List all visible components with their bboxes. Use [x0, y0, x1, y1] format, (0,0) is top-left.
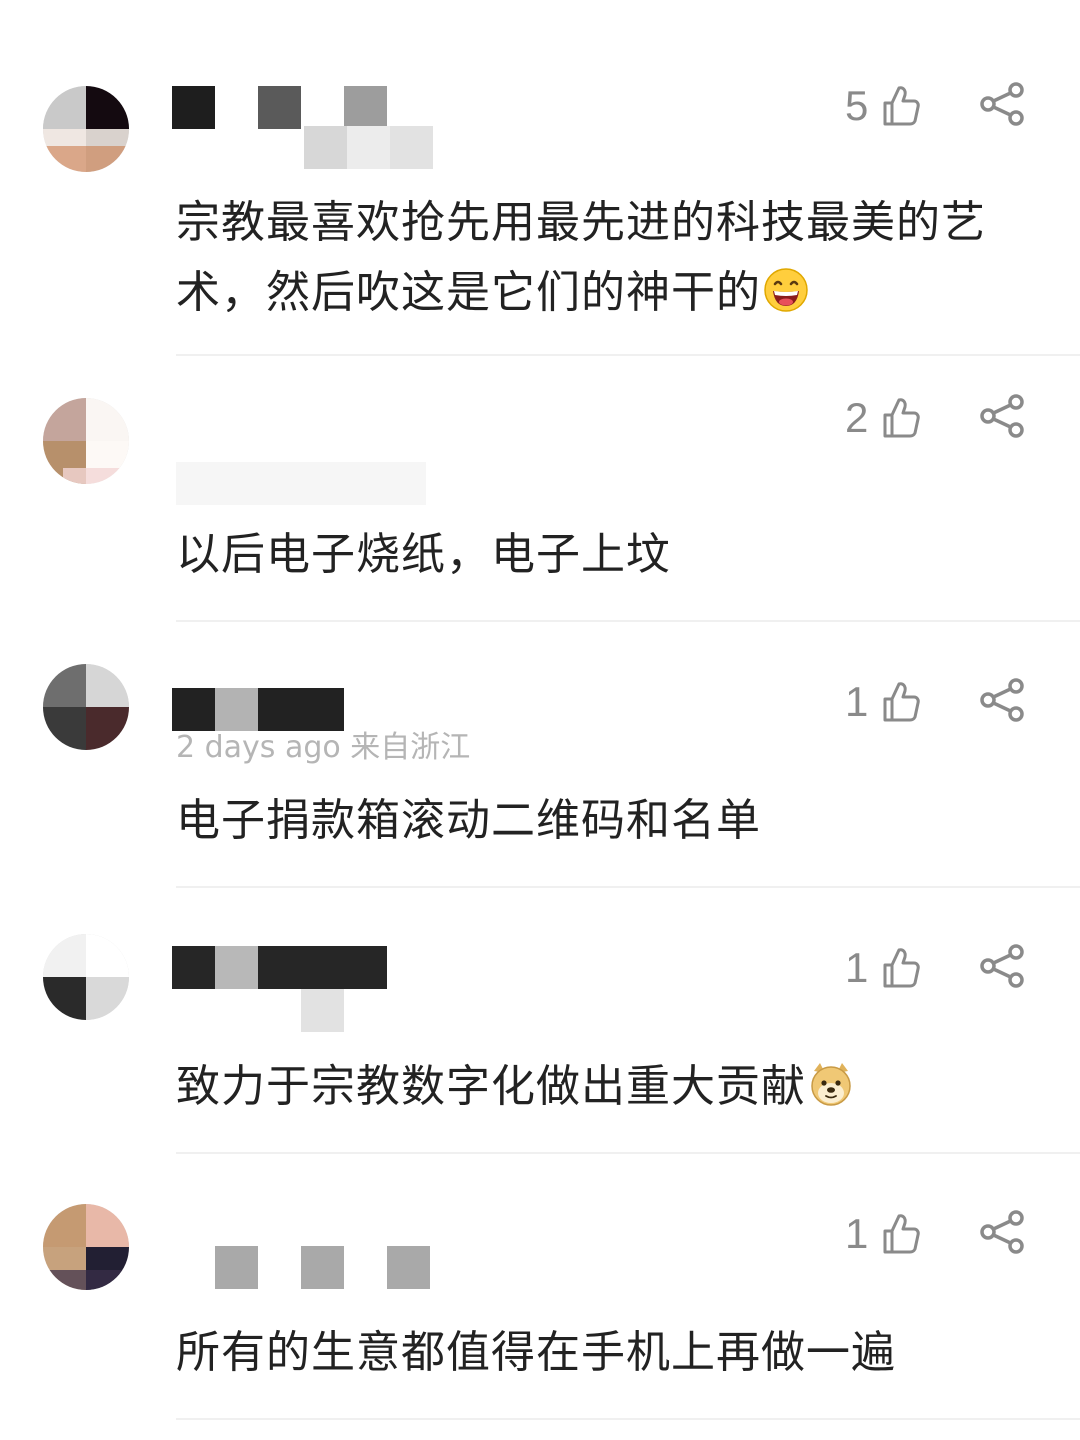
share-icon	[979, 944, 1027, 992]
comment-item: 2 days ago 来自浙江 1 电子捐款箱滚动二维码和名单	[0, 642, 1080, 908]
like-count: 1	[845, 1210, 869, 1257]
comment-item: 5 宗教最喜欢抢先用最先进的科技最美的艺术，然后吹这是它们的神干的	[0, 64, 1080, 356]
like-count: 5	[845, 82, 869, 129]
share-button[interactable]	[978, 1206, 1028, 1262]
doge-icon	[808, 1058, 854, 1106]
comment-text: 致力于宗教数字化做出重大贡献	[176, 1052, 1046, 1122]
avatar[interactable]	[43, 1204, 129, 1290]
grinning-face-icon	[763, 264, 809, 312]
divider	[176, 354, 1080, 356]
like-count: 1	[845, 678, 869, 725]
divider	[176, 620, 1080, 622]
avatar[interactable]	[43, 934, 129, 1020]
like-button[interactable]: 1	[845, 1206, 921, 1262]
comment-text: 所有的生意都值得在手机上再做一遍	[176, 1327, 896, 1378]
comment-text: 以后电子烧纸，电子上坟	[176, 529, 671, 580]
share-button[interactable]	[978, 674, 1028, 730]
avatar[interactable]	[43, 664, 129, 750]
like-button[interactable]: 1	[845, 940, 921, 996]
comment-list: 5 宗教最喜欢抢先用最先进的科技最美的艺术，然后吹这是它们的神干的 2 以后电子…	[0, 0, 1080, 1436]
comment-text: 宗教最喜欢抢先用最先进的科技最美的艺术，然后吹这是它们的神干的	[176, 197, 986, 318]
share-icon	[979, 394, 1027, 442]
thumbs-up-icon	[881, 680, 921, 724]
avatar[interactable]	[43, 86, 129, 172]
divider	[176, 886, 1080, 888]
avatar[interactable]	[43, 398, 129, 484]
divider	[176, 1418, 1080, 1420]
comment-item: 1 所有的生意都值得在手机上再做一遍	[0, 1174, 1080, 1440]
comment-meta-redacted	[176, 462, 426, 505]
comment-item: 2 以后电子烧纸，电子上坟	[0, 376, 1080, 642]
like-button[interactable]: 2	[845, 390, 921, 446]
share-icon	[979, 82, 1027, 130]
thumbs-up-icon	[881, 84, 921, 128]
thumbs-up-icon	[881, 1212, 921, 1256]
thumbs-up-icon	[881, 946, 921, 990]
share-button[interactable]	[978, 78, 1028, 134]
comment-meta: 2 days ago 来自浙江	[176, 730, 471, 765]
share-icon	[979, 1210, 1027, 1258]
thumbs-up-icon	[881, 396, 921, 440]
share-icon	[979, 678, 1027, 726]
like-count: 2	[845, 394, 869, 441]
divider	[176, 1152, 1080, 1154]
comment-text: 电子捐款箱滚动二维码和名单	[176, 795, 761, 846]
share-button[interactable]	[978, 940, 1028, 996]
like-button[interactable]: 1	[845, 674, 921, 730]
like-button[interactable]: 5	[845, 78, 921, 134]
comment-meta-redacted	[176, 126, 433, 169]
like-count: 1	[845, 944, 869, 991]
comment-item: 1 致力于宗教数字化做出重大贡献	[0, 908, 1080, 1174]
share-button[interactable]	[978, 390, 1028, 446]
